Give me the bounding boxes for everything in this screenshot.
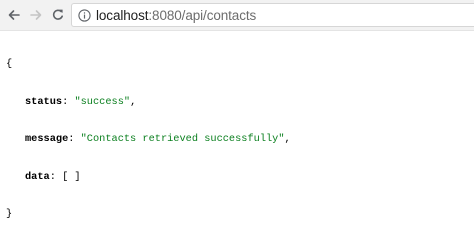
json-array-value: [ ] xyxy=(62,170,81,183)
browser-toolbar: localhost:8080/api/contacts xyxy=(0,0,474,30)
json-string-value: "success" xyxy=(74,95,131,108)
arrow-right-icon xyxy=(30,10,42,20)
json-string-value: "Contacts retrieved successfully" xyxy=(80,133,285,145)
json-entry-status: status: "success", xyxy=(25,95,137,108)
json-key: status xyxy=(25,95,63,108)
json-entry-data: data: [ ] xyxy=(25,170,81,183)
back-button[interactable] xyxy=(4,5,24,25)
info-icon[interactable] xyxy=(77,8,91,22)
json-comma: , xyxy=(130,95,137,108)
json-entry-message: message: "Contacts retrieved successfull… xyxy=(25,133,291,145)
json-open-brace: { xyxy=(6,58,13,70)
address-bar[interactable]: localhost:8080/api/contacts xyxy=(71,3,474,27)
json-comma: , xyxy=(284,133,291,145)
url-path: :8080/api/contacts xyxy=(148,7,257,23)
url-text[interactable]: localhost:8080/api/contacts xyxy=(96,8,256,23)
json-key: message xyxy=(25,133,69,145)
forward-button[interactable] xyxy=(26,5,46,25)
json-response: { status: "success", message: "Contacts … xyxy=(6,33,291,240)
url-host: localhost xyxy=(96,7,149,23)
reload-icon xyxy=(52,9,63,20)
arrow-left-icon xyxy=(8,10,20,20)
json-close-brace: } xyxy=(6,208,13,220)
browser-window: localhost:8080/api/contacts { status: "s… xyxy=(0,0,474,227)
json-key: data xyxy=(25,170,50,183)
reload-button[interactable] xyxy=(48,5,68,25)
toolbar-divider xyxy=(0,30,474,31)
